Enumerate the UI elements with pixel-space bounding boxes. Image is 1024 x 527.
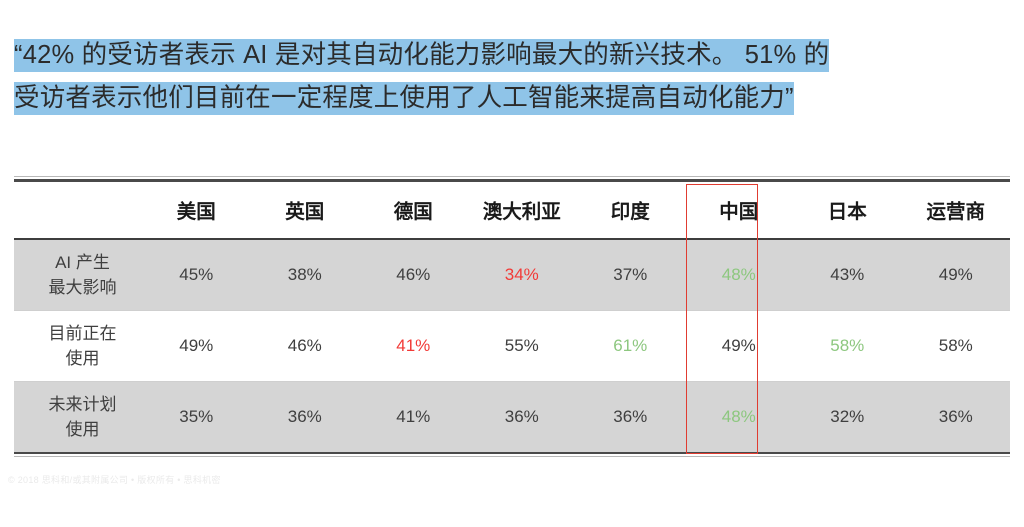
cell-currently-using-operators: 58% xyxy=(901,310,1010,382)
survey-table: 美国 英国 德国 澳大利亚 印度 中国 日本 运营商 AI 产生 最大影响 45… xyxy=(14,181,1010,452)
cell-ai-impact-china: 48% xyxy=(684,238,793,311)
table-header-row: 美国 英国 德国 澳大利亚 印度 中国 日本 运营商 xyxy=(14,181,1010,240)
cell-currently-using-china: 49% xyxy=(684,310,793,382)
cell-ai-impact-uk: 38% xyxy=(250,238,359,311)
row-label-line1: 目前正在 xyxy=(48,323,117,343)
quote-line-2: 受访者表示他们目前在一定程度上使用了人工智能来提高自动化能力” xyxy=(14,79,1010,122)
cell-ai-impact-japan: 43% xyxy=(793,238,902,311)
row-label-line2: 使用 xyxy=(65,419,100,439)
column-header-germany: 德国 xyxy=(359,181,468,240)
cell-ai-impact-india: 37% xyxy=(576,238,685,311)
cell-currently-using-japan: 58% xyxy=(793,310,902,382)
cell-plan-to-use-japan: 32% xyxy=(793,381,902,452)
column-header-row-label xyxy=(14,181,142,240)
survey-table-container: 美国 英国 德国 澳大利亚 印度 中国 日本 运营商 AI 产生 最大影响 45… xyxy=(14,176,1010,457)
cell-plan-to-use-india: 36% xyxy=(576,381,685,452)
row-label-ai-impact: AI 产生 最大影响 xyxy=(14,238,142,311)
cell-plan-to-use-us: 35% xyxy=(142,381,251,452)
table-row: AI 产生 最大影响 45% 38% 46% 34% 37% 48% 43% 4… xyxy=(14,238,1010,311)
row-label-line1: 未来计划 xyxy=(48,394,117,414)
cell-currently-using-india: 61% xyxy=(576,310,685,382)
cell-ai-impact-australia: 34% xyxy=(467,238,576,311)
cell-plan-to-use-germany: 41% xyxy=(359,381,468,452)
cell-currently-using-us: 49% xyxy=(142,310,251,382)
column-header-japan: 日本 xyxy=(793,181,902,240)
row-label-plan-to-use: 未来计划 使用 xyxy=(14,381,142,452)
cell-currently-using-germany: 41% xyxy=(359,310,468,382)
quote-line-2-text: 受访者表示他们目前在一定程度上使用了人工智能来提高自动化能力” xyxy=(14,82,794,115)
cell-plan-to-use-china: 48% xyxy=(684,381,793,452)
cell-plan-to-use-operators: 36% xyxy=(901,381,1010,452)
cell-plan-to-use-uk: 36% xyxy=(250,381,359,452)
row-label-line2: 最大影响 xyxy=(48,277,117,297)
table-bottom-rule-thin xyxy=(14,456,1010,457)
cell-ai-impact-us: 45% xyxy=(142,238,251,311)
table-row: 目前正在 使用 49% 46% 41% 55% 61% 49% 58% 58% xyxy=(14,310,1010,382)
cell-plan-to-use-australia: 36% xyxy=(467,381,576,452)
column-header-australia: 澳大利亚 xyxy=(467,181,576,240)
copyright-footer: © 2018 思科和/或其附属公司 • 版权所有 • 思科机密 xyxy=(8,475,221,485)
row-label-currently-using: 目前正在 使用 xyxy=(14,310,142,382)
column-header-operators: 运营商 xyxy=(901,181,1010,240)
column-header-uk: 英国 xyxy=(250,181,359,240)
quote-line-1: “42% 的受访者表示 AI 是对其自动化能力影响最大的新兴技术。 51% 的 xyxy=(14,36,1010,79)
table-header: 美国 英国 德国 澳大利亚 印度 中国 日本 运营商 xyxy=(14,181,1010,240)
row-label-line2: 使用 xyxy=(65,348,100,368)
column-header-china: 中国 xyxy=(684,181,793,240)
column-header-us: 美国 xyxy=(142,181,251,240)
cell-currently-using-australia: 55% xyxy=(467,310,576,382)
cell-ai-impact-germany: 46% xyxy=(359,238,468,311)
headline-quote: “42% 的受访者表示 AI 是对其自动化能力影响最大的新兴技术。 51% 的 … xyxy=(14,36,1010,122)
column-header-india: 印度 xyxy=(576,181,685,240)
row-label-line1: AI 产生 xyxy=(55,252,110,272)
table-body: AI 产生 最大影响 45% 38% 46% 34% 37% 48% 43% 4… xyxy=(14,238,1010,452)
cell-ai-impact-operators: 49% xyxy=(901,238,1010,311)
cell-currently-using-uk: 46% xyxy=(250,310,359,382)
quote-line-1-text: “42% 的受访者表示 AI 是对其自动化能力影响最大的新兴技术。 51% 的 xyxy=(14,39,830,72)
table-row: 未来计划 使用 35% 36% 41% 36% 36% 48% 32% 36% xyxy=(14,381,1010,452)
